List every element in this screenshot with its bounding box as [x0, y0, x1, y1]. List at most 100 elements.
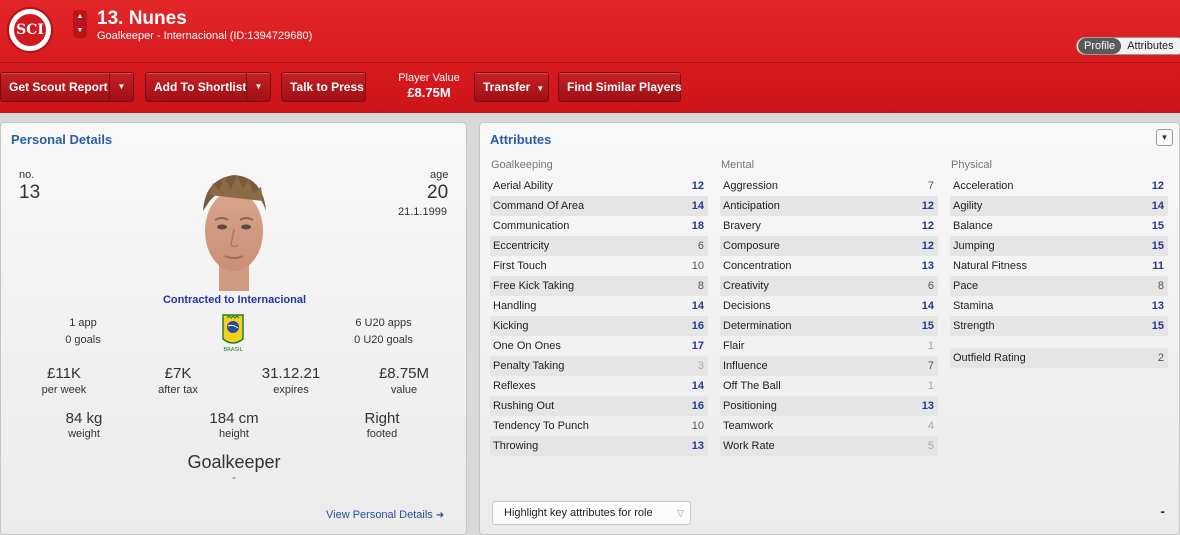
- attribute-row[interactable]: Flair 1: [720, 336, 938, 356]
- chevron-down-icon: ▼: [536, 84, 545, 93]
- panel-title: Attributes: [490, 132, 552, 147]
- attribute-row[interactable]: Teamwork 4: [720, 416, 938, 436]
- attribute-row[interactable]: Positioning 13: [720, 396, 938, 416]
- attribute-row[interactable]: Aggression 7: [720, 176, 938, 196]
- attributes-panel: Attributes ▼ Goalkeeping Aerial Ability 1…: [479, 122, 1180, 535]
- attribute-row[interactable]: Reflexes 14: [490, 376, 708, 396]
- attribute-row[interactable]: Communication 18: [490, 216, 708, 236]
- brazil-badge-text: BRASIL: [223, 347, 243, 353]
- attribute-value: 14: [1151, 200, 1164, 212]
- attribute-row[interactable]: Strength 15: [950, 316, 1168, 336]
- highlight-role-select[interactable]: Highlight key attributes for role ▽: [492, 501, 691, 525]
- panel-menu-button[interactable]: ▼: [1156, 129, 1173, 146]
- attribute-row[interactable]: Off The Ball 1: [720, 376, 938, 396]
- attribute-name: Outfield Rating: [953, 352, 1026, 364]
- attribute-row[interactable]: Work Rate 5: [720, 436, 938, 456]
- attribute-row[interactable]: Concentration 13: [720, 256, 938, 276]
- attribute-row[interactable]: Penalty Taking 3: [490, 356, 708, 376]
- outfield-rating-row[interactable]: Outfield Rating 2: [950, 348, 1168, 368]
- view-personal-details-link[interactable]: View Personal Details ➜: [326, 509, 444, 521]
- attribute-value: 10: [691, 420, 704, 432]
- attribute-row[interactable]: Agility 14: [950, 196, 1168, 216]
- attribute-value: 12: [921, 220, 934, 232]
- attribute-value: 14: [691, 300, 704, 312]
- attribute-row[interactable]: Pace 8: [950, 276, 1168, 296]
- goals-count: 0 goals: [65, 334, 101, 346]
- attribute-value: 11: [1152, 260, 1164, 272]
- attribute-name: Determination: [723, 320, 792, 332]
- attribute-row[interactable]: Command Of Area 14: [490, 196, 708, 216]
- transfer-label: Transfer: [483, 80, 531, 94]
- view-switcher: Profile Attributes: [1076, 37, 1180, 55]
- attribute-row[interactable]: Stamina 13: [950, 296, 1168, 316]
- attribute-name: Anticipation: [723, 200, 780, 212]
- collapse-indicator[interactable]: -: [1160, 503, 1165, 519]
- attribute-row[interactable]: Free Kick Taking 8: [490, 276, 708, 296]
- attribute-value: 14: [691, 380, 704, 392]
- attribute-row[interactable]: Influence 7: [720, 356, 938, 376]
- arrow-up-icon[interactable]: ▲: [77, 13, 84, 21]
- height-value: 184 cm: [209, 410, 259, 427]
- add-to-shortlist-button[interactable]: Add To Shortlist ▼: [145, 72, 271, 102]
- attribute-row[interactable]: Creativity 6: [720, 276, 938, 296]
- attribute-row[interactable]: Bravery 12: [720, 216, 938, 236]
- attribute-name: Flair: [723, 340, 745, 352]
- attribute-row[interactable]: Tendency To Punch 10: [490, 416, 708, 436]
- tab-profile[interactable]: Profile: [1078, 38, 1122, 54]
- highlight-role-label: Highlight key attributes for role: [504, 507, 653, 519]
- physical-column: Physical Acceleration 12 Agility 14 Balance 1…: [950, 159, 1168, 368]
- transfer-button[interactable]: Transfer ▼: [474, 72, 549, 102]
- tab-attributes[interactable]: Attributes: [1121, 38, 1179, 54]
- attribute-row[interactable]: Handling 14: [490, 296, 708, 316]
- player-nav-arrows[interactable]: ▲ ▼: [73, 10, 87, 38]
- attribute-row[interactable]: Throwing 13: [490, 436, 708, 456]
- contract-status-link[interactable]: Contracted to Internacional: [1, 294, 468, 306]
- chevron-down-icon[interactable]: ▼: [109, 73, 133, 101]
- scout-report-button[interactable]: Get Scout Report ▼: [0, 72, 134, 102]
- wage-value: £11K: [47, 365, 81, 382]
- wage-label: per week: [41, 384, 87, 396]
- attribute-value: 13: [1151, 300, 1164, 312]
- attribute-row[interactable]: Kicking 16: [490, 316, 708, 336]
- attribute-row[interactable]: Composure 12: [720, 236, 938, 256]
- attribute-value: 1: [927, 340, 934, 352]
- club-crest-icon[interactable]: SCI: [7, 7, 53, 53]
- attribute-row[interactable]: Decisions 14: [720, 296, 938, 316]
- attribute-row[interactable]: Aerial Ability 12: [490, 176, 708, 196]
- attribute-value: 13: [921, 400, 934, 412]
- find-similar-players-button[interactable]: Find Similar Players: [558, 72, 682, 102]
- attribute-name: Jumping: [953, 240, 995, 252]
- attribute-name: Communication: [493, 220, 570, 232]
- date-of-birth: 21.1.1999: [398, 206, 447, 218]
- attribute-row[interactable]: First Touch 10: [490, 256, 708, 276]
- attribute-row[interactable]: Balance 15: [950, 216, 1168, 236]
- chevron-down-icon[interactable]: ▼: [246, 73, 270, 101]
- player-value-display: Player Value £8.75M: [388, 72, 470, 100]
- attribute-row[interactable]: Acceleration 12: [950, 176, 1168, 196]
- preferred-foot-value: Right: [364, 410, 400, 427]
- attribute-row[interactable]: One On Ones 17: [490, 336, 708, 356]
- attribute-row[interactable]: Jumping 15: [950, 236, 1168, 256]
- attribute-name: Rushing Out: [493, 400, 555, 412]
- arrow-down-icon[interactable]: ▼: [77, 27, 84, 35]
- talk-to-press-button[interactable]: Talk to Press: [281, 72, 366, 102]
- attribute-row[interactable]: Natural Fitness 11: [950, 256, 1168, 276]
- attribute-name: Eccentricity: [493, 240, 550, 252]
- attribute-value: 6: [697, 240, 704, 252]
- player-value: £8.75M: [407, 85, 451, 100]
- scout-report-label: Get Scout Report: [9, 80, 108, 94]
- player-subtitle[interactable]: Goalkeeper - Internacional (ID:139472968…: [97, 30, 312, 42]
- attribute-name: Aggression: [723, 180, 779, 192]
- attribute-list: Aerial Ability 12 Command Of Area 14 Communi…: [490, 176, 708, 456]
- attribute-row[interactable]: Rushing Out 16: [490, 396, 708, 416]
- player-name: 13. Nunes: [97, 8, 187, 29]
- attribute-row[interactable]: Determination 15: [720, 316, 938, 336]
- attribute-name: Free Kick Taking: [493, 280, 575, 292]
- attribute-name: Tendency To Punch: [493, 420, 589, 432]
- attribute-value: 15: [1151, 220, 1164, 232]
- attribute-name: Decisions: [723, 300, 771, 312]
- attribute-row[interactable]: Anticipation 12: [720, 196, 938, 216]
- attribute-name: Kicking: [493, 320, 529, 332]
- attribute-row[interactable]: Eccentricity 6: [490, 236, 708, 256]
